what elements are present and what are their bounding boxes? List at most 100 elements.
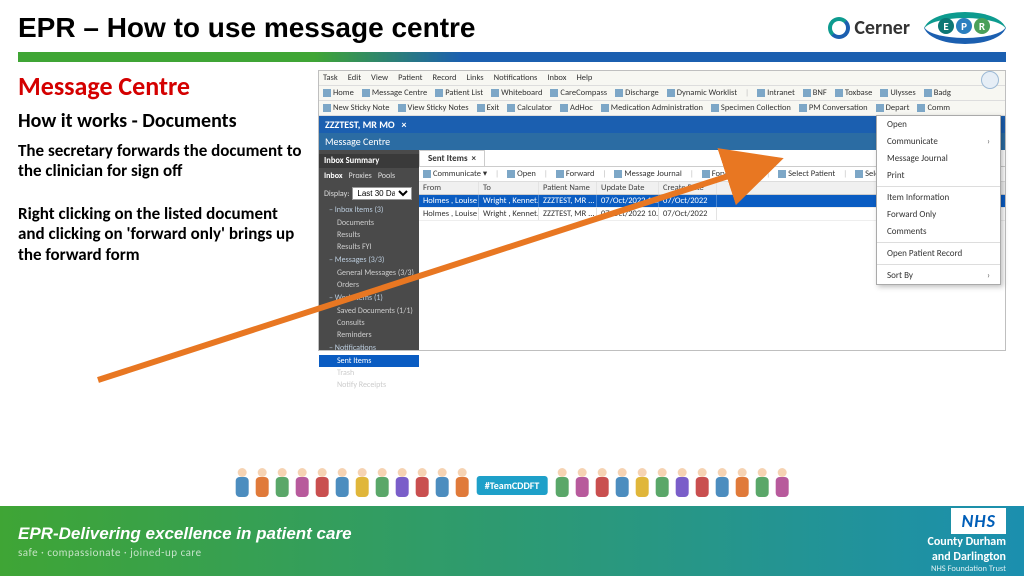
- person-icon: [573, 468, 590, 502]
- action-select-patient[interactable]: Select Patient: [778, 169, 835, 179]
- menu-notifications[interactable]: Notifications: [494, 73, 538, 83]
- action-open[interactable]: Open: [507, 169, 536, 179]
- tb-adhoc[interactable]: AdHoc: [560, 103, 593, 113]
- person-icon: [374, 468, 391, 502]
- sb-group[interactable]: – Inbox Items (3): [319, 203, 419, 217]
- sb-tab-proxies[interactable]: Proxies: [349, 171, 372, 181]
- person-icon: [274, 468, 291, 502]
- tb-message-centre[interactable]: Message Centre: [362, 88, 427, 98]
- cm-comments[interactable]: Comments: [877, 223, 1000, 240]
- action-icon: [702, 170, 710, 178]
- sb-tab-inbox[interactable]: Inbox: [324, 171, 343, 181]
- menu-links[interactable]: Links: [467, 73, 484, 83]
- person-icon: [693, 468, 710, 502]
- toolbar-row-1[interactable]: Home Message Centre Patient List Whitebo…: [319, 86, 1005, 101]
- nhs-trust-line1: County Durham: [927, 536, 1006, 549]
- action-message-journal[interactable]: Message Journal: [614, 169, 681, 179]
- sb-item[interactable]: Trash: [319, 367, 419, 379]
- inbox-summary-header: Inbox Summary: [319, 154, 419, 168]
- menu-edit[interactable]: Edit: [348, 73, 361, 83]
- body-para-2: Right clicking on the listed document an…: [18, 204, 308, 265]
- context-menu[interactable]: OpenCommunicateMessage JournalPrint Item …: [876, 115, 1001, 285]
- menu-inbox[interactable]: Inbox: [547, 73, 566, 83]
- sb-group[interactable]: – Messages (3/3): [319, 253, 419, 267]
- menu-view[interactable]: View: [371, 73, 388, 83]
- tb-exit[interactable]: Exit: [477, 103, 500, 113]
- display-filter[interactable]: Display: Last 30 Days: [319, 184, 419, 203]
- cm-open[interactable]: Open: [877, 116, 1000, 133]
- tab-sent-items[interactable]: Sent Items×: [419, 150, 485, 166]
- menubar[interactable]: Task Edit View Patient Record Links Notificati…: [319, 71, 1005, 86]
- tb-icon: [880, 89, 888, 97]
- tb-icon: [601, 104, 609, 112]
- tb-bnf[interactable]: BNF: [803, 88, 827, 98]
- tb-icon: [835, 89, 843, 97]
- nhs-trust-line3: NHS Foundation Trust: [927, 564, 1006, 574]
- menu-help[interactable]: Help: [576, 73, 592, 83]
- tb-icon: [507, 104, 515, 112]
- tb-specimen-collection[interactable]: Specimen Collection: [711, 103, 791, 113]
- tb-view-sticky-notes[interactable]: View Sticky Notes: [398, 103, 469, 113]
- tb-depart[interactable]: Depart: [876, 103, 910, 113]
- tb-whiteboard[interactable]: Whiteboard: [491, 88, 542, 98]
- cm-item-information[interactable]: Item Information: [877, 189, 1000, 206]
- sb-item[interactable]: Notify Receipts: [319, 379, 419, 391]
- person-icon: [753, 468, 770, 502]
- cm-print[interactable]: Print: [877, 167, 1000, 184]
- sb-item[interactable]: General Messages (3/3): [319, 267, 419, 279]
- person-icon: [593, 468, 610, 502]
- sb-item[interactable]: Documents: [319, 217, 419, 229]
- home-icon[interactable]: [981, 71, 999, 89]
- cm-sort-by[interactable]: Sort By: [877, 267, 1000, 284]
- sb-item[interactable]: Consults: [319, 317, 419, 329]
- person-icon: [354, 468, 371, 502]
- tb-icon: [711, 104, 719, 112]
- tb-home[interactable]: Home: [323, 88, 354, 98]
- tb-new-sticky-note[interactable]: New Sticky Note: [323, 103, 390, 113]
- tb-icon: [435, 89, 443, 97]
- sb-item[interactable]: Results FYI: [319, 241, 419, 253]
- tb-calculator[interactable]: Calculator: [507, 103, 552, 113]
- inbox-sidebar[interactable]: Inbox Summary Inbox Proxies Pools Display:…: [319, 150, 419, 350]
- sb-item[interactable]: Orders: [319, 279, 419, 291]
- tb-medication-administration[interactable]: Medication Administration: [601, 103, 703, 113]
- tb-toxbase[interactable]: Toxbase: [835, 88, 872, 98]
- nhs-logo: NHS: [951, 508, 1006, 534]
- action-forward-only[interactable]: Forward Only: [702, 169, 758, 179]
- person-icon: [454, 468, 471, 502]
- cm-open-patient-record[interactable]: Open Patient Record: [877, 245, 1000, 262]
- tb-dynamic-worklist[interactable]: Dynamic Worklist: [667, 88, 737, 98]
- sb-item[interactable]: Saved Documents (1/1): [319, 305, 419, 317]
- sidebar-tabs[interactable]: Inbox Proxies Pools: [319, 168, 419, 184]
- tb-badg[interactable]: Badg: [924, 88, 951, 98]
- person-icon: [633, 468, 650, 502]
- toolbar-row-2[interactable]: New Sticky Note View Sticky Notes Exit C…: [319, 101, 1005, 116]
- menu-record[interactable]: Record: [433, 73, 457, 83]
- tb-ulysses[interactable]: Ulysses: [880, 88, 915, 98]
- tb-icon: [615, 89, 623, 97]
- cm-message-journal[interactable]: Message Journal: [877, 150, 1000, 167]
- person-icon: [773, 468, 790, 502]
- display-select[interactable]: Last 30 Days: [352, 187, 412, 200]
- menu-task[interactable]: Task: [323, 73, 338, 83]
- sb-group[interactable]: – Notifications: [319, 341, 419, 355]
- tb-icon: [560, 104, 568, 112]
- tb-patient-list[interactable]: Patient List: [435, 88, 483, 98]
- action-communicate[interactable]: Communicate ▾: [423, 169, 487, 179]
- sb-item[interactable]: Results: [319, 229, 419, 241]
- tb-intranet[interactable]: Intranet: [757, 88, 795, 98]
- sb-tab-pools[interactable]: Pools: [378, 171, 395, 181]
- sb-item[interactable]: Sent Items: [319, 355, 419, 367]
- section-subheading: How it works - Documents: [18, 110, 308, 133]
- tb-carecompass[interactable]: CareCompass: [550, 88, 607, 98]
- tb-pm-conversation[interactable]: PM Conversation: [799, 103, 868, 113]
- action-forward[interactable]: Forward: [556, 169, 595, 179]
- sb-item[interactable]: Reminders: [319, 329, 419, 341]
- menu-patient[interactable]: Patient: [398, 73, 422, 83]
- cm-forward-only[interactable]: Forward Only: [877, 206, 1000, 223]
- tb-comm[interactable]: Comm: [917, 103, 950, 113]
- close-icon[interactable]: ×: [472, 153, 476, 164]
- tb-discharge[interactable]: Discharge: [615, 88, 659, 98]
- cm-communicate[interactable]: Communicate: [877, 133, 1000, 150]
- sb-group[interactable]: – Work Items (1): [319, 291, 419, 305]
